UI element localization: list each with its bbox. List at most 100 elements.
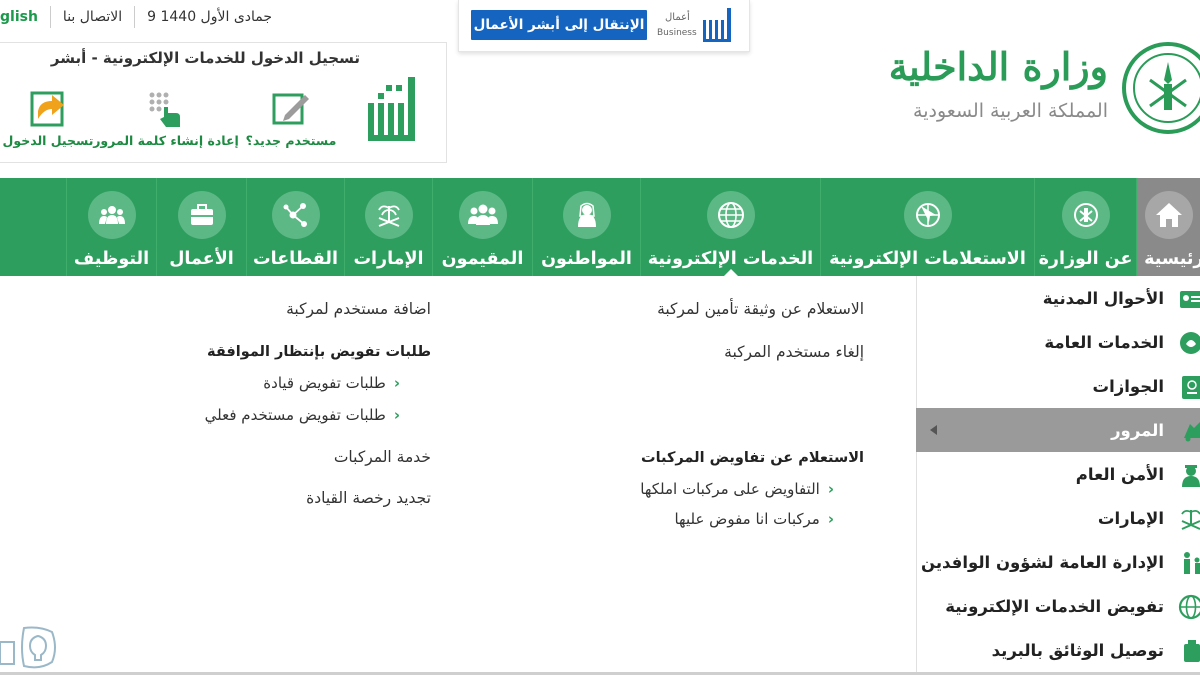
hijri-date: 9 جمادى الأول 1440 bbox=[147, 9, 273, 25]
site-header: glish الاتصال بنا 9 جمادى الأول 1440 تسج… bbox=[0, 0, 1200, 178]
link-label: طلبات تفويض مستخدم فعلي bbox=[204, 406, 386, 424]
nav-e-services[interactable]: الخدمات الإلكترونية bbox=[640, 178, 820, 276]
new-user-button[interactable]: مستخدم جديد؟ bbox=[236, 87, 346, 148]
nav-home[interactable]: الرئيسية bbox=[1136, 178, 1200, 276]
login-label: تسجيل الدخول bbox=[2, 133, 94, 148]
link-label: طلبات تفويض قيادة bbox=[263, 374, 386, 392]
ministry-logo[interactable]: وزارة الداخلية المملكة العربية السعودية bbox=[889, 36, 1200, 136]
reset-password-button[interactable]: إعادة إنشاء كلمة المرور bbox=[93, 87, 239, 148]
sidebar-item-label: المرور bbox=[1111, 420, 1164, 440]
sidebar-item-e-services-delegation[interactable]: تفويض الخدمات الإلكترونية bbox=[916, 584, 1200, 628]
nav-residents[interactable]: المقيمون bbox=[432, 178, 532, 276]
passport-icon bbox=[1182, 376, 1200, 399]
nav-label: التوظيف bbox=[73, 249, 150, 269]
country-name: المملكة العربية السعودية bbox=[913, 100, 1108, 122]
citizen-icon bbox=[562, 191, 611, 239]
ministry-name: وزارة الداخلية bbox=[888, 44, 1108, 89]
my-vehicles-delegations-link[interactable]: ‹ التفاويض على مركبات املكها bbox=[640, 480, 834, 498]
top-links: glish الاتصال بنا 9 جمادى الأول 1440 bbox=[0, 6, 284, 28]
cancel-vehicle-user-link[interactable]: إلغاء مستخدم المركبة bbox=[724, 343, 864, 361]
sidebar-item-traffic[interactable]: المرور bbox=[916, 408, 1200, 452]
nav-label: الأعمال bbox=[169, 249, 234, 269]
services-sidebar: الأحوال المدنية الخدمات العامة الجوازات … bbox=[916, 276, 1200, 675]
sidebar-item-civil-affairs[interactable]: الأحوال المدنية bbox=[916, 276, 1200, 320]
traffic-services-panel: الاستعلام عن وثيقة تأمين لمركبة إلغاء مس… bbox=[0, 276, 916, 675]
nav-label: القطاعات bbox=[253, 249, 338, 269]
expand-arrow-icon bbox=[930, 425, 937, 435]
sidebar-item-emirates[interactable]: الإمارات bbox=[916, 496, 1200, 540]
contact-us-link[interactable]: الاتصال بنا bbox=[51, 9, 134, 25]
nav-label: المواطنون bbox=[541, 249, 632, 269]
absher-panel-title: تسجيل الدخول للخدمات الإلكترونية - أبشر bbox=[50, 49, 360, 67]
add-vehicle-user-link[interactable]: اضافة مستخدم لمركبة bbox=[286, 300, 431, 318]
nav-e-inquiries[interactable]: الاستعلامات الإلكترونية bbox=[820, 178, 1034, 276]
active-caret bbox=[723, 269, 738, 276]
sidebar-item-label: الخدمات العامة bbox=[1044, 332, 1164, 352]
absher-actions: مستخدم جديد؟ إعادة إنشاء كلمة المرور تسج… bbox=[0, 87, 346, 157]
family-icon bbox=[1184, 552, 1200, 574]
absher-business-box: الإنتقال إلى أبشر الأعمال أعمال Business bbox=[458, 0, 750, 52]
login-button[interactable]: تسجيل الدخول bbox=[0, 87, 96, 148]
nav-employment[interactable]: التوظيف bbox=[66, 178, 156, 276]
link-label: مركبات انا مفوض عليها bbox=[674, 510, 820, 528]
palm-swords-icon bbox=[364, 191, 413, 239]
chevron-left-icon: ‹ bbox=[393, 406, 400, 424]
nav-label: المقيمون bbox=[441, 249, 524, 269]
reset-password-label: إعادة إنشاء كلمة المرور bbox=[93, 133, 239, 148]
nav-sectors[interactable]: القطاعات bbox=[246, 178, 344, 276]
globe-icon bbox=[1178, 594, 1200, 620]
sidebar-item-public-security[interactable]: الأمن العام bbox=[916, 452, 1200, 496]
delegated-vehicles-link[interactable]: ‹ مركبات انا مفوض عليها bbox=[674, 510, 834, 528]
nav-label: الاستعلامات الإلكترونية bbox=[829, 249, 1026, 269]
sidebar-item-passports[interactable]: الجوازات bbox=[916, 364, 1200, 408]
people-icon bbox=[87, 191, 136, 239]
officer-icon bbox=[1182, 465, 1200, 487]
vehicle-delegations-heading: الاستعلام عن تفاويض المركبات bbox=[641, 450, 864, 466]
driving-delegation-requests-link[interactable]: ‹ طلبات تفويض قيادة bbox=[263, 374, 400, 392]
actual-user-delegation-requests-link[interactable]: ‹ طلبات تفويض مستخدم فعلي bbox=[205, 406, 400, 424]
briefcase-icon bbox=[177, 191, 226, 239]
sidebar-item-label: الأحوال المدنية bbox=[1042, 288, 1164, 308]
globe-icon bbox=[706, 191, 755, 239]
saudi-emblem-icon bbox=[1122, 42, 1200, 134]
services-icon bbox=[1180, 332, 1200, 354]
new-user-label: مستخدم جديد؟ bbox=[245, 133, 337, 148]
touch-keypad-icon bbox=[144, 87, 188, 131]
business-logo-en: Business bbox=[657, 28, 697, 38]
nav-emirates[interactable]: الإمارات bbox=[344, 178, 432, 276]
nav-label: الإمارات bbox=[353, 249, 424, 269]
sidebar-item-document-delivery[interactable]: توصيل الوثائق بالبريد bbox=[916, 628, 1200, 672]
business-logo-ar: أعمال bbox=[665, 12, 690, 23]
emblem-icon bbox=[1061, 191, 1110, 239]
sidebar-item-label: تفويض الخدمات الإلكترونية bbox=[945, 596, 1164, 616]
home-icon bbox=[1144, 191, 1193, 239]
traffic-icon bbox=[1184, 422, 1200, 442]
insurance-inquiry-link[interactable]: الاستعلام عن وثيقة تأمين لمركبة bbox=[657, 300, 864, 318]
nav-label: الخدمات الإلكترونية bbox=[647, 249, 814, 269]
absher-logo-icon bbox=[368, 77, 415, 141]
globe-cursor-icon bbox=[903, 191, 952, 239]
language-switch-link[interactable]: glish bbox=[0, 9, 50, 25]
network-icon bbox=[271, 191, 320, 239]
idea-bulb-icon[interactable] bbox=[0, 622, 60, 672]
sidebar-item-label: الإمارات bbox=[1097, 508, 1164, 528]
pending-delegations-heading: طلبات تفويض بإنتظار الموافقة bbox=[207, 344, 431, 360]
sidebar-item-public-services[interactable]: الخدمات العامة bbox=[916, 320, 1200, 364]
sidebar-item-expatriates-affairs[interactable]: الإدارة العامة لشؤون الوافدين bbox=[916, 540, 1200, 584]
nav-label: عن الوزارة bbox=[1038, 249, 1133, 269]
renew-driving-license-link[interactable]: تجديد رخصة القيادة bbox=[306, 489, 431, 507]
go-to-absher-business-button[interactable]: الإنتقال إلى أبشر الأعمال bbox=[471, 10, 647, 40]
sidebar-item-label: الأمن العام bbox=[1075, 464, 1164, 484]
absher-login-panel: تسجيل الدخول للخدمات الإلكترونية - أبشر bbox=[0, 42, 447, 163]
nav-about-ministry[interactable]: عن الوزارة bbox=[1034, 178, 1136, 276]
sidebar-item-label: الجوازات bbox=[1092, 376, 1164, 396]
vehicle-services-link[interactable]: خدمة المركبات bbox=[334, 448, 431, 466]
palm-swords-icon bbox=[1181, 509, 1200, 530]
nav-business[interactable]: الأعمال bbox=[156, 178, 246, 276]
sidebar-item-label: الإدارة العامة لشؤون الوافدين bbox=[920, 552, 1164, 572]
sidebar-item-label: توصيل الوثائق بالبريد bbox=[991, 640, 1164, 660]
delivery-icon bbox=[1184, 640, 1200, 662]
chevron-left-icon: ‹ bbox=[827, 510, 834, 528]
login-arrow-icon bbox=[26, 87, 70, 131]
nav-citizens[interactable]: المواطنون bbox=[532, 178, 640, 276]
